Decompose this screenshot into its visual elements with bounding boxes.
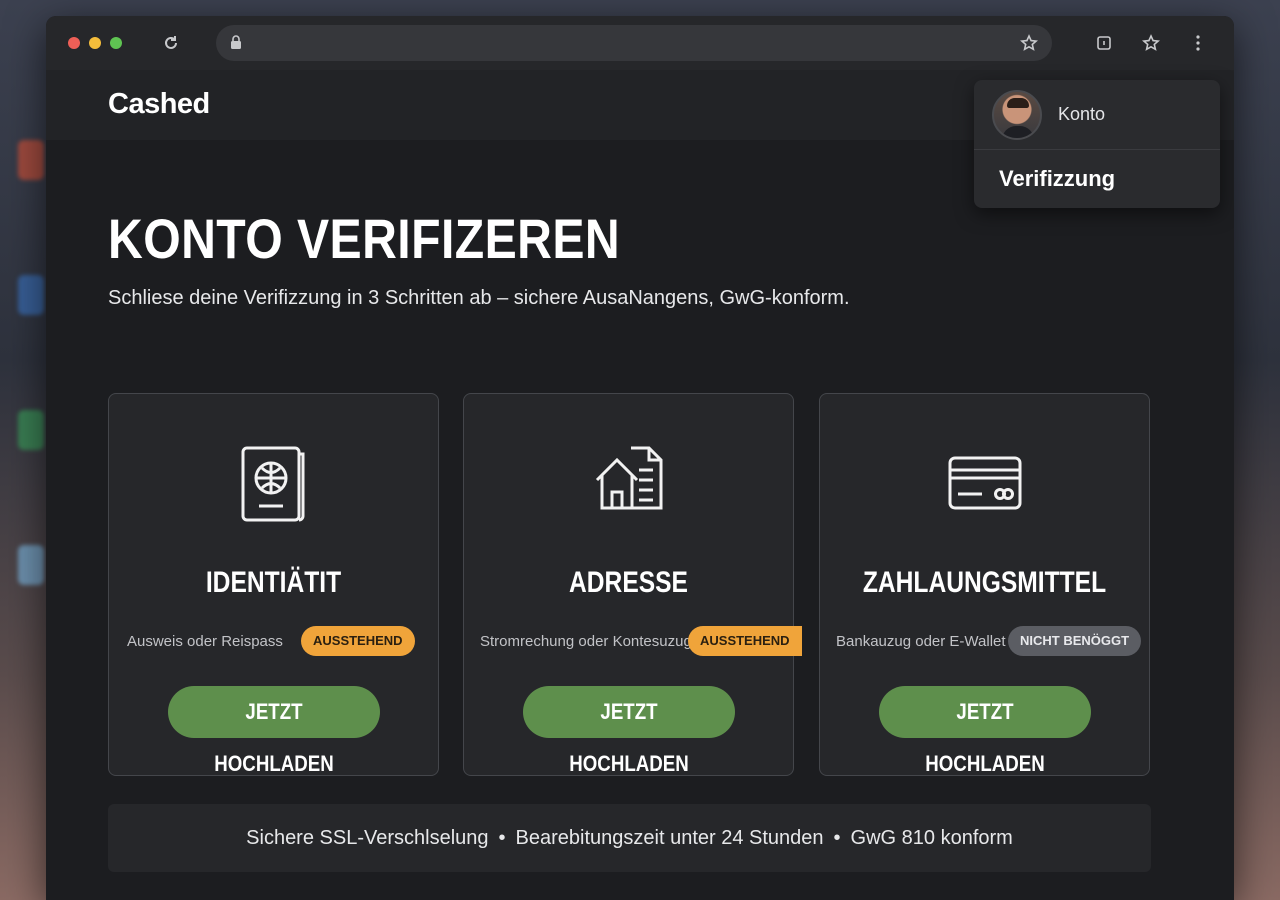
avatar [992, 89, 1042, 140]
status-badge: AUSSTEHEND [688, 626, 802, 656]
status-badge: AUSSTEHEND [301, 626, 415, 656]
button-label: JETZT HOCHLADEN [213, 699, 334, 776]
account-label: Konto [1058, 104, 1106, 124]
maximize-window-button[interactable] [110, 37, 122, 49]
site-logo[interactable]: Cashed [108, 88, 210, 121]
verification-card-payment: ZAHLAUNGSMITTEL Bankauzug oder E-Wallet … [819, 393, 1150, 776]
house-document-icon [593, 444, 665, 517]
more-menu-icon[interactable] [1186, 31, 1210, 55]
credit-card-icon [948, 456, 1022, 515]
account-header[interactable]: Konto [974, 80, 1220, 150]
trust-item-gwg: GwG 810 konform [850, 827, 1013, 849]
address-bar[interactable] [216, 25, 1052, 61]
verification-card-identity: IDENTIÄTIT Ausweis oder Reispass AUSSTEH… [108, 393, 439, 776]
card-title: ADRESSE [569, 566, 688, 599]
upload-identity-button[interactable]: JETZT HOCHLADEN [167, 686, 380, 776]
card-description: Bankauzug oder E-Wallet [836, 633, 1006, 650]
lock-icon [230, 35, 242, 55]
desktop-icon [18, 545, 44, 585]
browser-window: Cashed KONTO VERIFIZEREN Schliese deine … [46, 16, 1234, 900]
passport-icon [239, 444, 309, 529]
bookmarks-star-icon[interactable] [1139, 31, 1163, 55]
page-title: KONTO VERIFIZEREN [108, 207, 621, 270]
close-window-button[interactable] [68, 37, 80, 49]
reload-icon[interactable] [159, 31, 183, 55]
card-description: Ausweis oder Reispass [127, 633, 283, 650]
button-label: JETZT HOCHLADEN [568, 699, 689, 776]
trust-item-ssl: Sichere SSL-Verschlselung [246, 827, 489, 849]
desktop-icon [18, 410, 44, 450]
trust-item-processing-time: Bearebitungszeit unter 24 Stunden [515, 827, 824, 849]
separator: • [498, 827, 506, 849]
page-subtitle: Schliese deine Verifizzung in 3 Schritte… [108, 287, 850, 309]
window-controls [68, 37, 122, 49]
button-label: JETZT HOCHLADEN [924, 699, 1045, 776]
desktop-icon [18, 275, 44, 315]
browser-toolbar [46, 16, 1234, 70]
minimize-window-button[interactable] [89, 37, 101, 49]
desktop-icon [18, 140, 44, 180]
menu-item-verification[interactable]: Verifizzung [974, 150, 1220, 192]
extension-icon[interactable] [1092, 31, 1116, 55]
account-dropdown: Konto Verifizzung [974, 80, 1220, 208]
status-badge: NICHT BENÖGGT [1008, 626, 1142, 656]
bookmark-star-icon[interactable] [1019, 34, 1039, 57]
card-title: IDENTIÄTIT [205, 566, 342, 599]
card-title: ZAHLAUNGSMITTEL [862, 566, 1107, 599]
card-description: Stromrechung oder Kontesuzug [480, 633, 692, 650]
trust-bar: Sichere SSL-Verschlselung • Bearebitungsze… [108, 804, 1151, 872]
upload-address-button[interactable]: JETZT HOCHLADEN [522, 686, 735, 776]
separator: • [833, 827, 841, 849]
upload-payment-button[interactable]: JETZT HOCHLADEN [878, 686, 1091, 776]
verification-card-address: ADRESSE Stromrechung oder Kontesuzug AUS… [463, 393, 802, 776]
